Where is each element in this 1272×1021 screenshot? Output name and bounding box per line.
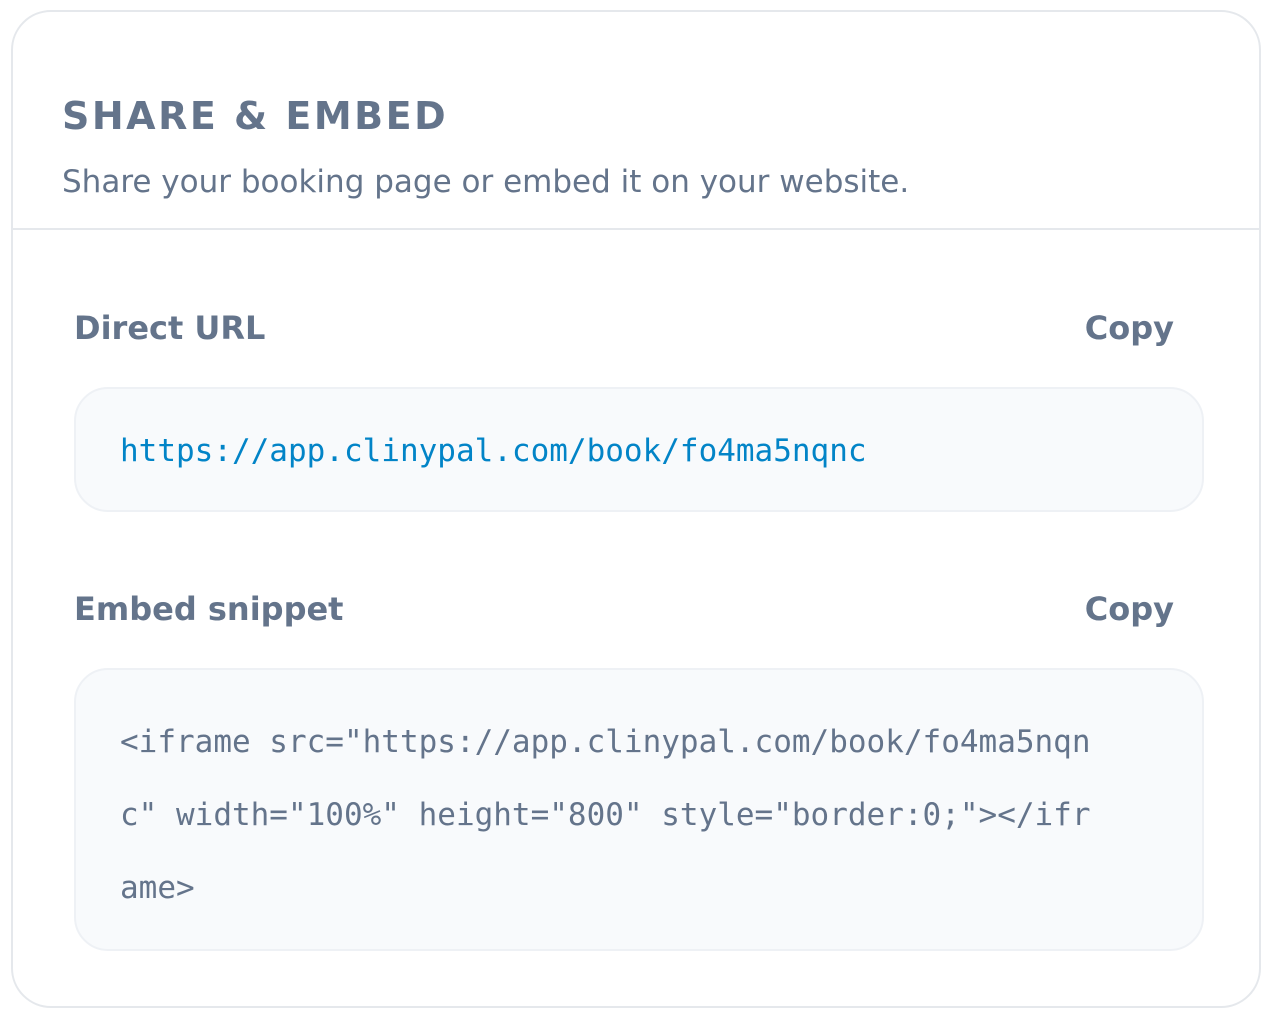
share-embed-card: SHARE & EMBED Share your booking page or… (11, 10, 1261, 1008)
direct-url-value[interactable]: https://app.clinypal.com/book/fo4ma5nqnc (120, 427, 867, 475)
direct-url-box[interactable]: https://app.clinypal.com/book/fo4ma5nqnc (74, 387, 1204, 512)
embed-snippet-header: Embed snippet Copy (74, 587, 1174, 631)
embed-snippet-label: Embed snippet (74, 590, 344, 628)
snippet-line-1: <iframe src="https://app.clinypal.com/bo… (120, 724, 1091, 760)
direct-url-header: Direct URL Copy (74, 306, 1174, 350)
card-title: SHARE & EMBED (62, 94, 449, 138)
card-header: SHARE & EMBED Share your booking page or… (13, 12, 1259, 230)
copy-snippet-button[interactable]: Copy (1085, 590, 1174, 628)
snippet-line-3: ame> (120, 870, 195, 906)
embed-snippet-box[interactable]: <iframe src="https://app.clinypal.com/bo… (74, 668, 1204, 951)
card-subtitle: Share your booking page or embed it on y… (62, 164, 910, 200)
copy-url-button[interactable]: Copy (1085, 309, 1174, 347)
snippet-line-2: c" width="100%" height="800" style="bord… (120, 797, 1091, 833)
direct-url-label: Direct URL (74, 309, 266, 347)
